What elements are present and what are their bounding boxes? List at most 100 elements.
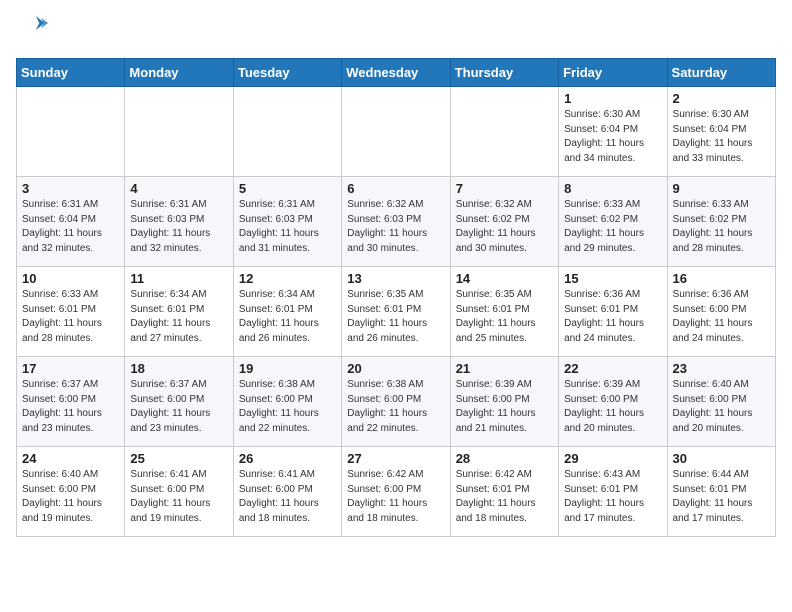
day-info: Sunrise: 6:33 AM Sunset: 6:02 PM Dayligh… xyxy=(564,198,661,256)
day-number: 14 xyxy=(456,271,553,286)
day-info: Sunrise: 6:36 AM Sunset: 6:01 PM Dayligh… xyxy=(564,288,661,346)
calendar-cell: 20 Sunrise: 6:38 AM Sunset: 6:00 PM Dayli… xyxy=(342,357,450,447)
day-info: Sunrise: 6:31 AM Sunset: 6:03 PM Dayligh… xyxy=(130,198,227,256)
calendar-cell: 27 Sunrise: 6:42 AM Sunset: 6:00 PM Dayli… xyxy=(342,447,450,537)
day-info: Sunrise: 6:42 AM Sunset: 6:00 PM Dayligh… xyxy=(347,468,444,526)
calendar-cell: 6Sunrise: 6:32 AM Sunset: 6:03 PM Daylig… xyxy=(342,177,450,267)
calendar-week-5: 24 Sunrise: 6:40 AM Sunset: 6:00 PM Dayli… xyxy=(17,447,776,537)
calendar-cell: 1Sunrise: 6:30 AM Sunset: 6:04 PM Daylig… xyxy=(559,87,667,177)
day-number: 19 xyxy=(239,361,336,376)
calendar-cell: 30 Sunrise: 6:44 AM Sunset: 6:01 PM Dayli… xyxy=(667,447,775,537)
day-number: 5 xyxy=(239,181,336,196)
day-info: Sunrise: 6:32 AM Sunset: 6:02 PM Dayligh… xyxy=(456,198,553,256)
calendar-cell: 28 Sunrise: 6:42 AM Sunset: 6:01 PM Dayli… xyxy=(450,447,558,537)
calendar-cell: 24 Sunrise: 6:40 AM Sunset: 6:00 PM Dayli… xyxy=(17,447,125,537)
day-number: 7 xyxy=(456,181,553,196)
day-number: 10 xyxy=(22,271,119,286)
calendar-cell: 10 Sunrise: 6:33 AM Sunset: 6:01 PM Dayli… xyxy=(17,267,125,357)
calendar-week-4: 17 Sunrise: 6:37 AM Sunset: 6:00 PM Dayli… xyxy=(17,357,776,447)
day-number: 30 xyxy=(673,451,770,466)
day-number: 3 xyxy=(22,181,119,196)
day-number: 9 xyxy=(673,181,770,196)
day-info: Sunrise: 6:41 AM Sunset: 6:00 PM Dayligh… xyxy=(239,468,336,526)
calendar-cell xyxy=(125,87,233,177)
header-thursday: Thursday xyxy=(450,59,558,87)
calendar-week-2: 3Sunrise: 6:31 AM Sunset: 6:04 PM Daylig… xyxy=(17,177,776,267)
day-info: Sunrise: 6:42 AM Sunset: 6:01 PM Dayligh… xyxy=(456,468,553,526)
calendar-cell: 11 Sunrise: 6:34 AM Sunset: 6:01 PM Dayli… xyxy=(125,267,233,357)
day-number: 16 xyxy=(673,271,770,286)
calendar-header-row: SundayMondayTuesdayWednesdayThursdayFrid… xyxy=(17,59,776,87)
calendar-cell xyxy=(450,87,558,177)
day-info: Sunrise: 6:37 AM Sunset: 6:00 PM Dayligh… xyxy=(22,378,119,436)
header-sunday: Sunday xyxy=(17,59,125,87)
calendar-cell: 7 Sunrise: 6:32 AM Sunset: 6:02 PM Daylig… xyxy=(450,177,558,267)
day-number: 2 xyxy=(673,91,770,106)
calendar-cell: 12 Sunrise: 6:34 AM Sunset: 6:01 PM Dayli… xyxy=(233,267,341,357)
calendar-cell: 14 Sunrise: 6:35 AM Sunset: 6:01 PM Dayli… xyxy=(450,267,558,357)
calendar-cell: 25 Sunrise: 6:41 AM Sunset: 6:00 PM Dayli… xyxy=(125,447,233,537)
header-tuesday: Tuesday xyxy=(233,59,341,87)
day-info: Sunrise: 6:34 AM Sunset: 6:01 PM Dayligh… xyxy=(130,288,227,346)
day-number: 12 xyxy=(239,271,336,286)
calendar-cell: 29 Sunrise: 6:43 AM Sunset: 6:01 PM Dayli… xyxy=(559,447,667,537)
header-monday: Monday xyxy=(125,59,233,87)
day-number: 26 xyxy=(239,451,336,466)
logo-icon xyxy=(16,16,52,46)
day-info: Sunrise: 6:30 AM Sunset: 6:04 PM Dayligh… xyxy=(673,108,770,166)
calendar-cell: 21 Sunrise: 6:39 AM Sunset: 6:00 PM Dayli… xyxy=(450,357,558,447)
calendar-cell xyxy=(17,87,125,177)
calendar-cell: 18Sunrise: 6:37 AM Sunset: 6:00 PM Dayli… xyxy=(125,357,233,447)
calendar-cell: 17 Sunrise: 6:37 AM Sunset: 6:00 PM Dayli… xyxy=(17,357,125,447)
day-number: 15 xyxy=(564,271,661,286)
calendar-cell: 5 Sunrise: 6:31 AM Sunset: 6:03 PM Daylig… xyxy=(233,177,341,267)
day-info: Sunrise: 6:39 AM Sunset: 6:00 PM Dayligh… xyxy=(456,378,553,436)
day-number: 11 xyxy=(130,271,227,286)
day-info: Sunrise: 6:31 AM Sunset: 6:03 PM Dayligh… xyxy=(239,198,336,256)
calendar-cell: 26 Sunrise: 6:41 AM Sunset: 6:00 PM Dayli… xyxy=(233,447,341,537)
day-number: 17 xyxy=(22,361,119,376)
day-info: Sunrise: 6:38 AM Sunset: 6:00 PM Dayligh… xyxy=(347,378,444,436)
day-info: Sunrise: 6:43 AM Sunset: 6:01 PM Dayligh… xyxy=(564,468,661,526)
day-number: 29 xyxy=(564,451,661,466)
day-info: Sunrise: 6:34 AM Sunset: 6:01 PM Dayligh… xyxy=(239,288,336,346)
day-info: Sunrise: 6:40 AM Sunset: 6:00 PM Dayligh… xyxy=(22,468,119,526)
calendar-cell: 3Sunrise: 6:31 AM Sunset: 6:04 PM Daylig… xyxy=(17,177,125,267)
day-number: 6 xyxy=(347,181,444,196)
day-info: Sunrise: 6:41 AM Sunset: 6:00 PM Dayligh… xyxy=(130,468,227,526)
day-info: Sunrise: 6:33 AM Sunset: 6:01 PM Dayligh… xyxy=(22,288,119,346)
day-number: 27 xyxy=(347,451,444,466)
day-number: 18 xyxy=(130,361,227,376)
day-info: Sunrise: 6:33 AM Sunset: 6:02 PM Dayligh… xyxy=(673,198,770,256)
calendar-week-3: 10 Sunrise: 6:33 AM Sunset: 6:01 PM Dayli… xyxy=(17,267,776,357)
day-info: Sunrise: 6:38 AM Sunset: 6:00 PM Dayligh… xyxy=(239,378,336,436)
day-number: 23 xyxy=(673,361,770,376)
day-number: 8 xyxy=(564,181,661,196)
calendar-cell: 23 Sunrise: 6:40 AM Sunset: 6:00 PM Dayli… xyxy=(667,357,775,447)
header-saturday: Saturday xyxy=(667,59,775,87)
day-number: 20 xyxy=(347,361,444,376)
day-number: 21 xyxy=(456,361,553,376)
day-info: Sunrise: 6:39 AM Sunset: 6:00 PM Dayligh… xyxy=(564,378,661,436)
day-number: 13 xyxy=(347,271,444,286)
calendar-cell: 16Sunrise: 6:36 AM Sunset: 6:00 PM Dayli… xyxy=(667,267,775,357)
calendar-cell xyxy=(233,87,341,177)
day-number: 25 xyxy=(130,451,227,466)
calendar-cell: 4 Sunrise: 6:31 AM Sunset: 6:03 PM Daylig… xyxy=(125,177,233,267)
day-number: 24 xyxy=(22,451,119,466)
day-info: Sunrise: 6:44 AM Sunset: 6:01 PM Dayligh… xyxy=(673,468,770,526)
calendar-cell: 19 Sunrise: 6:38 AM Sunset: 6:00 PM Dayli… xyxy=(233,357,341,447)
calendar-cell: 13 Sunrise: 6:35 AM Sunset: 6:01 PM Dayli… xyxy=(342,267,450,357)
calendar-cell: 8 Sunrise: 6:33 AM Sunset: 6:02 PM Daylig… xyxy=(559,177,667,267)
day-info: Sunrise: 6:30 AM Sunset: 6:04 PM Dayligh… xyxy=(564,108,661,166)
calendar-cell: 15 Sunrise: 6:36 AM Sunset: 6:01 PM Dayli… xyxy=(559,267,667,357)
calendar-cell: 22Sunrise: 6:39 AM Sunset: 6:00 PM Dayli… xyxy=(559,357,667,447)
logo xyxy=(16,16,56,46)
day-info: Sunrise: 6:35 AM Sunset: 6:01 PM Dayligh… xyxy=(347,288,444,346)
calendar-cell: 2 Sunrise: 6:30 AM Sunset: 6:04 PM Daylig… xyxy=(667,87,775,177)
day-info: Sunrise: 6:40 AM Sunset: 6:00 PM Dayligh… xyxy=(673,378,770,436)
header-wednesday: Wednesday xyxy=(342,59,450,87)
day-number: 28 xyxy=(456,451,553,466)
day-info: Sunrise: 6:35 AM Sunset: 6:01 PM Dayligh… xyxy=(456,288,553,346)
day-number: 4 xyxy=(130,181,227,196)
